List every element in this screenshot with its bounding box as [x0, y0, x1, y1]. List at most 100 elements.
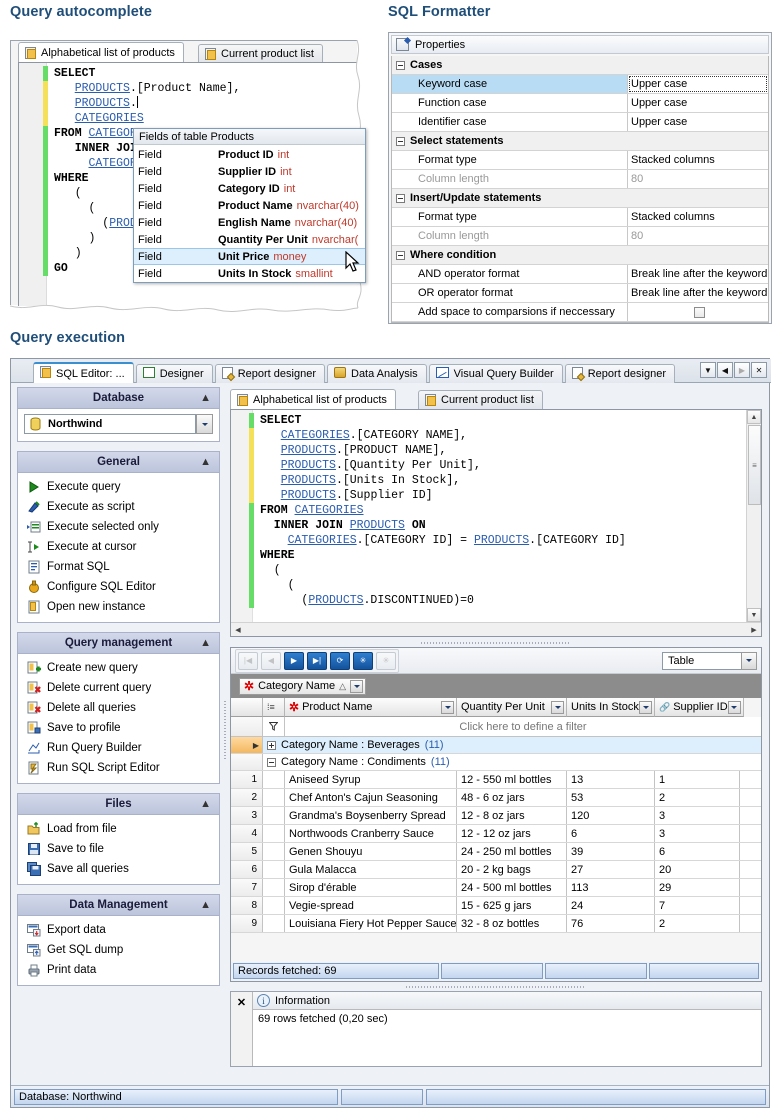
group-expander-icon[interactable] — [267, 740, 276, 750]
formatter-property-value[interactable]: Upper case — [628, 113, 768, 131]
sidebar-item-execute-at-cursor[interactable]: Execute at cursor — [18, 537, 219, 557]
table-cell[interactable]: 3 — [655, 825, 740, 842]
table-cell[interactable]: 24 - 250 ml bottles — [457, 843, 567, 860]
sidebar-item-save-to-profile[interactable]: Save to profile — [18, 718, 219, 738]
grid-column-header-units-in-stock[interactable]: Units In Stock — [567, 698, 655, 717]
table-row[interactable]: 2 Chef Anton's Cajun Seasoning 48 - 6 oz … — [231, 789, 761, 807]
formatter-property-row[interactable]: Keyword case Upper case — [392, 75, 768, 94]
column-filter-dropdown[interactable] — [441, 700, 454, 714]
sidebar-item-run-query-builder[interactable]: Run Query Builder — [18, 738, 219, 758]
table-cell[interactable]: 20 - 2 kg bags — [457, 861, 567, 878]
table-cell[interactable]: 15 - 625 g jars — [457, 897, 567, 914]
database-combo[interactable]: Northwind — [24, 414, 196, 434]
formatter-property-checkbox[interactable] — [628, 303, 768, 321]
sidebar-section-header-data-management[interactable]: Data Management ▲ — [17, 894, 220, 915]
sidebar-item-load-from-file[interactable]: Load from file — [18, 819, 219, 839]
table-cell[interactable]: Aniseed Syrup — [285, 771, 457, 788]
formatter-property-grid[interactable]: Cases Keyword case Upper case Function c… — [391, 56, 769, 323]
sidebar-section-header-files[interactable]: Files ▲ — [17, 793, 220, 814]
sidebar-item-print-data[interactable]: Print data — [18, 960, 219, 980]
table-row[interactable]: 7 Sirop d'érable 24 - 500 ml bottles 113 29 — [231, 879, 761, 897]
table-cell[interactable]: Genen Shouyu — [285, 843, 457, 860]
filter-placeholder[interactable]: Click here to define a filter — [285, 717, 761, 736]
doc-tab-alphabetical-list-of-products[interactable]: Alphabetical list of products — [230, 389, 396, 409]
formatter-group-row[interactable]: Insert/Update statements — [392, 189, 768, 208]
table-cell[interactable]: 120 — [567, 807, 655, 824]
formatter-property-value[interactable]: Stacked columns — [628, 208, 768, 226]
tab-alphabetical-list-of-products[interactable]: Alphabetical list of products — [18, 42, 184, 62]
sidebar-item-create-new-query[interactable]: Create new query — [18, 658, 219, 678]
formatter-property-row[interactable]: Add space to comparsions if neccessary — [392, 303, 768, 322]
main-tab-report-designer[interactable]: Report designer — [214, 364, 325, 383]
scroll-thumb[interactable]: ≡ — [748, 425, 761, 505]
next-record-button[interactable]: ▶ — [284, 651, 304, 670]
table-row[interactable]: 3 Grandma's Boysenberry Spread 12 - 8 oz … — [231, 807, 761, 825]
main-tab-designer[interactable]: Designer — [135, 364, 213, 383]
filter-icon[interactable] — [263, 717, 285, 736]
formatter-property-row[interactable]: OR operator format Break line after the … — [392, 284, 768, 303]
table-cell[interactable]: 48 - 6 oz jars — [457, 789, 567, 806]
formatter-property-value[interactable]: Stacked columns — [628, 151, 768, 169]
tab-list-button[interactable]: ▼ — [700, 362, 716, 378]
collapse-icon[interactable] — [396, 250, 405, 260]
formatter-property-row[interactable]: Format type Stacked columns — [392, 208, 768, 227]
formatter-property-row[interactable]: Identifier case Upper case — [392, 113, 768, 132]
grid-body[interactable]: ▶ Category Name : Beverages (11) Categor… — [231, 737, 761, 933]
refresh-button[interactable]: ⟳ — [330, 651, 350, 670]
sidebar-item-execute-selected-only[interactable]: Execute selected only — [18, 517, 219, 537]
formatter-property-value[interactable]: Upper case — [628, 75, 768, 93]
formatter-property-row[interactable]: Format type Stacked columns — [392, 151, 768, 170]
table-cell[interactable]: 6 — [655, 843, 740, 860]
tab-current-product-list[interactable]: Current product list — [198, 44, 323, 62]
sql-editor[interactable]: SELECT CATEGORIES.[CATEGORY NAME], PRODU… — [230, 409, 762, 637]
formatter-group-row[interactable]: Where condition — [392, 246, 768, 265]
sidebar-item-configure-sql-editor[interactable]: Configure SQL Editor — [18, 577, 219, 597]
grid-column-header-supplier-id[interactable]: 🔗 Supplier ID — [655, 698, 744, 717]
chevron-up-icon[interactable]: ▲ — [200, 637, 211, 649]
formatter-property-value[interactable]: Break line after the keyword — [628, 265, 768, 283]
table-cell[interactable]: Gula Malacca — [285, 861, 457, 878]
view-mode-select[interactable]: Table — [662, 651, 742, 670]
sidebar-item-execute-as-script[interactable]: Execute as script — [18, 497, 219, 517]
sidebar-item-save-to-file[interactable]: Save to file — [18, 839, 219, 859]
table-cell[interactable]: 1 — [655, 771, 740, 788]
sidebar-item-delete-current-query[interactable]: Delete current query — [18, 678, 219, 698]
table-cell[interactable]: Chef Anton's Cajun Seasoning — [285, 789, 457, 806]
collapse-icon[interactable] — [396, 60, 405, 70]
main-tab-visual-query-builder[interactable]: Visual Query Builder — [428, 364, 563, 383]
table-cell[interactable]: 2 — [655, 789, 740, 806]
chevron-up-icon[interactable]: ▲ — [200, 392, 211, 404]
editor-hscrollbar[interactable]: ◀ ▶ — [231, 622, 761, 636]
table-cell[interactable]: 53 — [567, 789, 655, 806]
sidebar-item-run-sql-script-editor[interactable]: Run SQL Script Editor — [18, 758, 219, 778]
scroll-down-arrow[interactable]: ▼ — [747, 608, 761, 622]
sidebar-item-delete-all-queries[interactable]: Delete all queries — [18, 698, 219, 718]
table-cell[interactable]: 20 — [655, 861, 740, 878]
group-field-chip[interactable]: ✲ Category Name △ — [239, 677, 367, 695]
autocomplete-popup[interactable]: Fields of table Products Field Product I… — [133, 128, 366, 283]
view-mode-dropdown-arrow[interactable] — [741, 651, 757, 670]
group-field-dropdown[interactable] — [350, 679, 364, 693]
table-row[interactable]: 5 Genen Shouyu 24 - 250 ml bottles 39 6 — [231, 843, 761, 861]
autocomplete-item[interactable]: Field Category ID int — [134, 180, 365, 197]
autocomplete-item[interactable]: Field Quantity Per Unit nvarchar( — [134, 231, 365, 248]
chevron-up-icon[interactable]: ▲ — [200, 456, 211, 468]
grid-column-header-quantity-per-unit[interactable]: Quantity Per Unit — [457, 698, 567, 717]
table-cell[interactable]: 6 — [567, 825, 655, 842]
tab-prev-button[interactable]: ◀ — [717, 362, 733, 378]
sidebar-item-save-all-queries[interactable]: Save all queries — [18, 859, 219, 879]
autocomplete-item[interactable]: Field English Name nvarchar(40) — [134, 214, 365, 231]
close-icon[interactable]: ✕ — [237, 996, 246, 1009]
sidebar-item-format-sql[interactable]: Format SQL — [18, 557, 219, 577]
column-filter-dropdown[interactable] — [639, 700, 652, 714]
formatter-property-value[interactable]: Upper case — [628, 94, 768, 112]
main-tab-report-designer[interactable]: Report designer — [564, 364, 676, 383]
column-filter-dropdown[interactable] — [551, 700, 564, 714]
table-cell[interactable]: 12 - 550 ml bottles — [457, 771, 567, 788]
editor-vscrollbar[interactable]: ▲ ≡ ▼ — [746, 410, 761, 622]
sidebar-item-get-sql-dump[interactable]: Get SQL dump — [18, 940, 219, 960]
table-cell[interactable]: 12 - 12 oz jars — [457, 825, 567, 842]
collapse-icon[interactable] — [396, 193, 405, 203]
collapse-icon[interactable] — [396, 136, 405, 146]
table-cell[interactable]: Louisiana Fiery Hot Pepper Sauce — [285, 915, 457, 932]
